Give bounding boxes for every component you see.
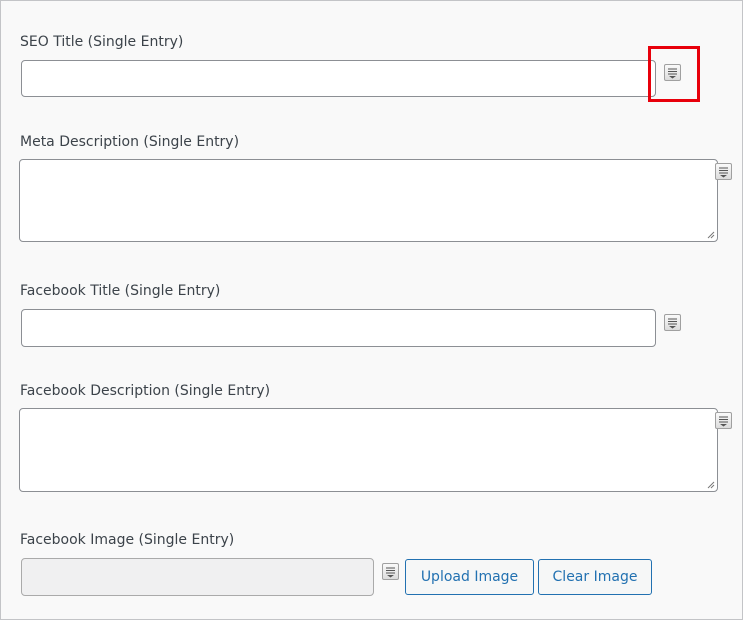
insert-variable-icon[interactable] xyxy=(664,314,681,331)
highlight-box xyxy=(648,46,700,102)
facebook-image-url-field xyxy=(21,558,374,596)
facebook-description-label: Facebook Description (Single Entry) xyxy=(20,383,271,399)
facebook-description-textarea[interactable] xyxy=(19,408,718,492)
facebook-image-label: Facebook Image (Single Entry) xyxy=(20,532,235,548)
resize-grip-icon[interactable] xyxy=(707,481,715,489)
insert-variable-icon[interactable] xyxy=(715,163,732,180)
meta-description-textarea[interactable] xyxy=(19,159,718,242)
seo-fields-panel: SEO Title (Single Entry) Meta Descriptio… xyxy=(0,0,743,620)
upload-image-button[interactable]: Upload Image xyxy=(405,559,534,595)
facebook-title-label: Facebook Title (Single Entry) xyxy=(20,283,221,299)
meta-description-label: Meta Description (Single Entry) xyxy=(20,134,240,150)
facebook-title-input[interactable] xyxy=(21,309,656,347)
clear-image-button[interactable]: Clear Image xyxy=(538,559,652,595)
insert-variable-icon[interactable] xyxy=(715,412,732,429)
insert-variable-icon[interactable] xyxy=(382,563,399,580)
seo-title-input[interactable] xyxy=(21,60,656,97)
seo-title-label: SEO Title (Single Entry) xyxy=(20,34,184,50)
resize-grip-icon[interactable] xyxy=(707,231,715,239)
